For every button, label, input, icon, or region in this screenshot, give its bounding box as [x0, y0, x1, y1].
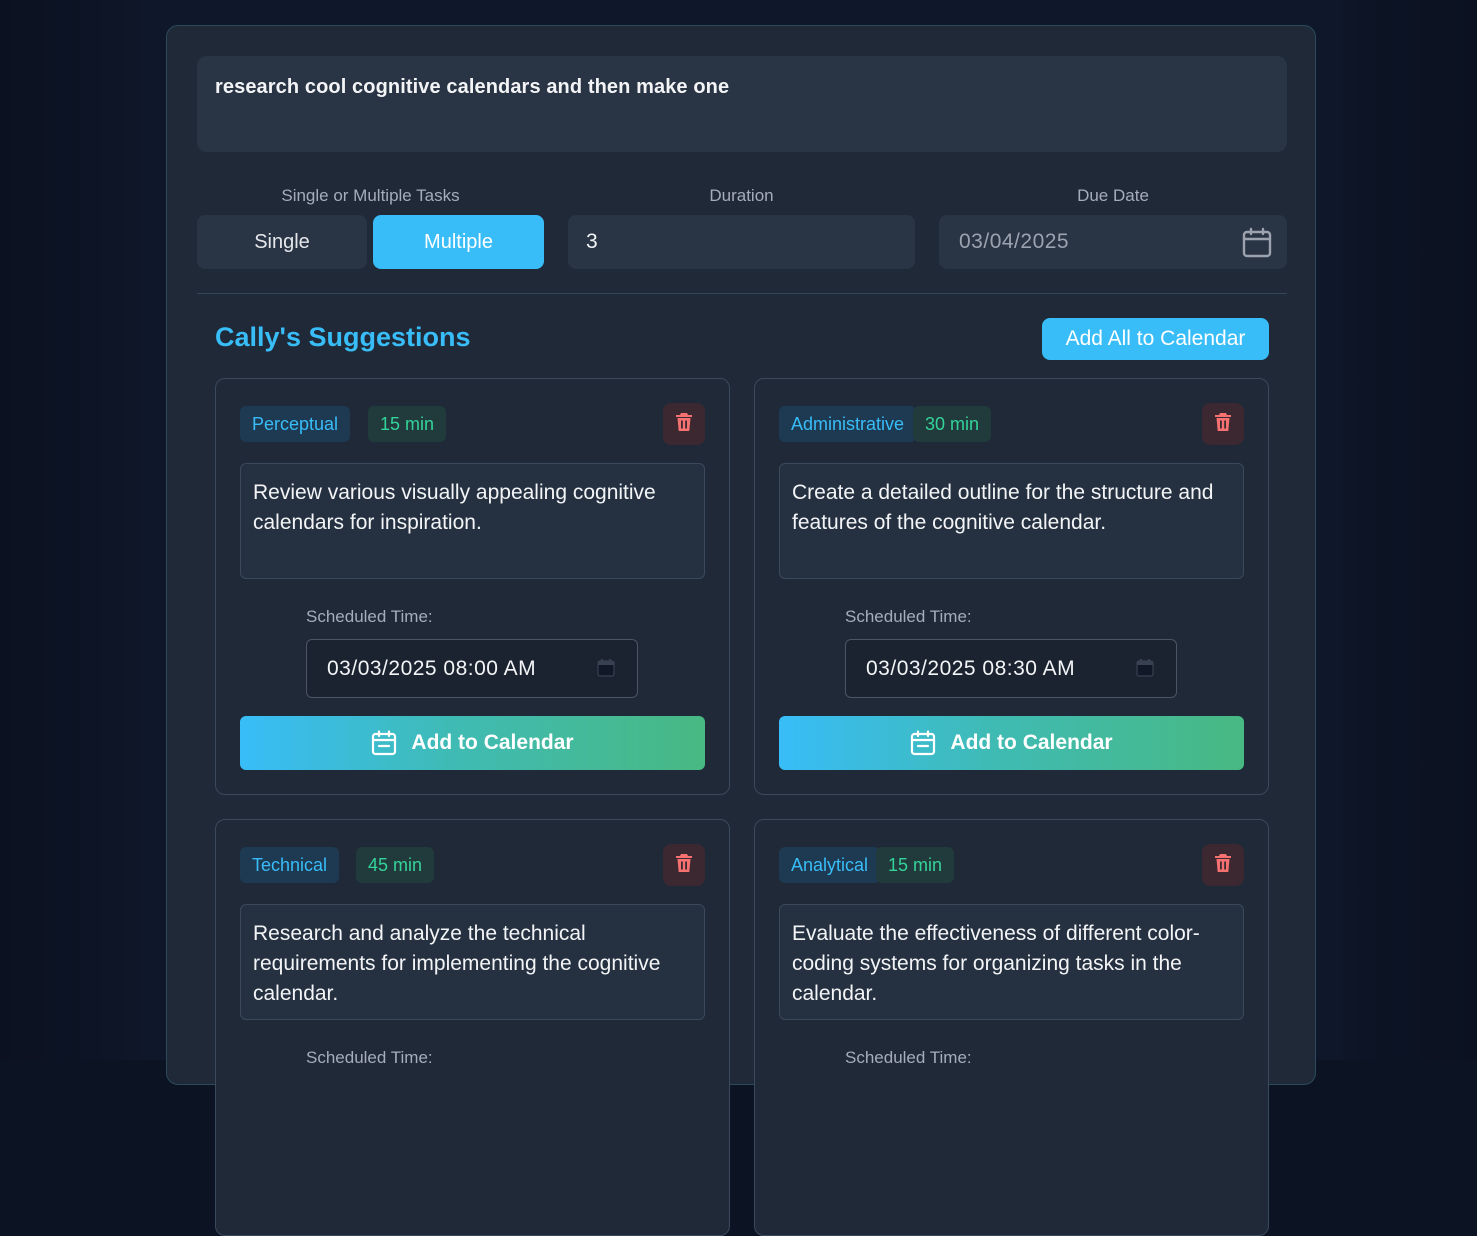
duration-input[interactable]: 3	[568, 215, 915, 269]
delete-button[interactable]	[1202, 403, 1244, 445]
task-description[interactable]: Research and analyze the technical requi…	[240, 904, 705, 1020]
calendar-icon[interactable]	[1241, 227, 1273, 265]
suggestion-card: Technical 45 min Research and analyze th…	[215, 819, 730, 1236]
category-badge: Administrative	[779, 406, 917, 442]
add-all-to-calendar-button[interactable]: Add All to Calendar	[1042, 318, 1269, 360]
delete-button[interactable]	[1202, 844, 1244, 886]
category-badge: Perceptual	[240, 406, 351, 442]
task-description[interactable]: Evaluate the effectiveness of different …	[779, 904, 1244, 1020]
due-date-label: Due Date	[1077, 186, 1149, 205]
trash-icon	[1214, 412, 1232, 437]
category-badge: Analytical	[779, 847, 881, 883]
task-description[interactable]: Create a detailed outline for the struct…	[779, 463, 1244, 579]
due-date-input[interactable]: 03/04/2025	[939, 215, 1287, 269]
add-to-calendar-button[interactable]: Add to Calendar	[240, 716, 705, 770]
suggestions-title: Cally's Suggestions	[215, 322, 471, 352]
suggestion-card: Administrative 30 min Create a detailed …	[754, 378, 1269, 795]
task-description[interactable]: Review various visually appealing cognit…	[240, 463, 705, 579]
scheduled-time-value: 03/03/2025 08:30 AM	[866, 656, 1076, 680]
scheduled-time-input[interactable]: 03/03/2025 08:30 AM	[845, 639, 1177, 698]
add-to-calendar-label: Add to Calendar	[950, 731, 1113, 754]
section-divider	[197, 293, 1287, 294]
duration-badge: 30 min	[913, 406, 992, 442]
calendar-icon	[371, 730, 397, 756]
task-description-input[interactable]: research cool cognitive calendars and th…	[197, 56, 1287, 152]
mode-label: Single or Multiple Tasks	[281, 186, 460, 205]
duration-badge: 15 min	[368, 406, 447, 442]
calendar-icon	[910, 730, 936, 756]
single-task-button[interactable]: Single	[197, 215, 367, 269]
calendar-icon[interactable]	[1136, 659, 1154, 683]
delete-button[interactable]	[663, 844, 705, 886]
scheduled-time-label: Scheduled Time:	[845, 607, 972, 626]
due-date-value: 03/04/2025	[959, 230, 1070, 253]
suggestion-card: Perceptual 15 min Review various visuall…	[215, 378, 730, 795]
scheduled-time-label: Scheduled Time:	[306, 607, 433, 626]
delete-button[interactable]	[663, 403, 705, 445]
trash-icon	[675, 412, 693, 437]
calendar-icon[interactable]	[597, 659, 615, 683]
scheduled-time-value: 03/03/2025 08:00 AM	[327, 656, 537, 680]
add-to-calendar-label: Add to Calendar	[411, 731, 574, 754]
scheduled-time-input[interactable]: 03/03/2025 08:00 AM	[306, 639, 638, 698]
scheduled-time-label: Scheduled Time:	[845, 1048, 972, 1067]
category-badge: Technical	[240, 847, 340, 883]
add-to-calendar-button[interactable]: Add to Calendar	[779, 716, 1244, 770]
trash-icon	[1214, 853, 1232, 878]
scheduled-time-label: Scheduled Time:	[306, 1048, 433, 1067]
multiple-tasks-button[interactable]: Multiple	[373, 215, 544, 269]
duration-badge: 45 min	[356, 847, 435, 883]
duration-badge: 15 min	[876, 847, 955, 883]
duration-label: Duration	[709, 186, 774, 205]
suggestion-card: Analytical 15 min Evaluate the effective…	[754, 819, 1269, 1236]
task-panel: research cool cognitive calendars and th…	[166, 25, 1316, 1236]
trash-icon	[675, 853, 693, 878]
